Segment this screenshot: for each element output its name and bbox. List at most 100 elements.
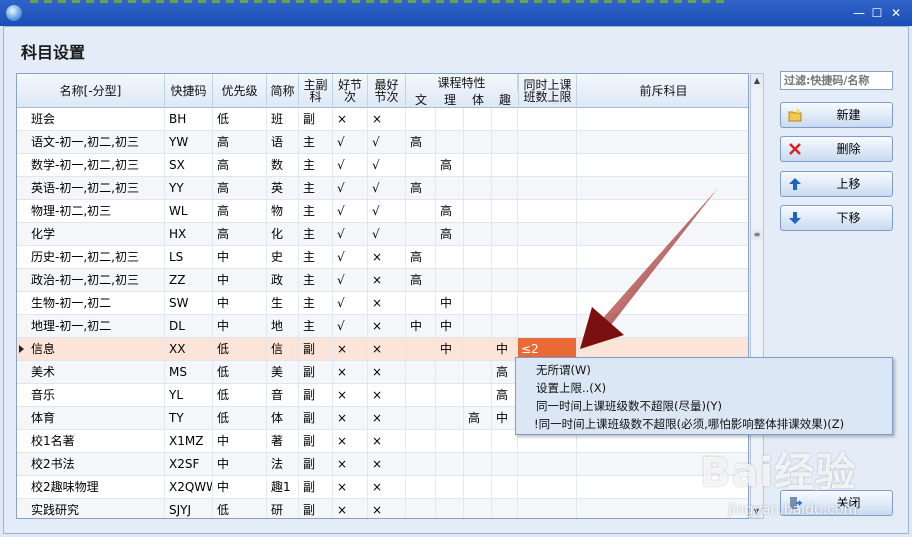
cell-wen[interactable]	[406, 292, 436, 314]
scroll-down-arrow-icon[interactable]: ▼	[751, 505, 763, 518]
cell-best[interactable]: ×	[368, 384, 406, 406]
table-row[interactable]: 实践研究 SJYJ 低研副 × ×	[17, 499, 748, 518]
cell-code[interactable]: SW	[165, 292, 213, 314]
cell-name[interactable]: 班会	[27, 108, 165, 130]
cell-mutex[interactable]	[577, 200, 748, 222]
cell-ti[interactable]	[464, 384, 492, 406]
cell-name[interactable]: 音乐	[27, 384, 165, 406]
cell-qu[interactable]	[492, 453, 518, 475]
cell-main[interactable]: 副	[299, 407, 333, 429]
cell-mutex[interactable]	[577, 499, 748, 518]
cell-main[interactable]: 主	[299, 315, 333, 337]
cell-best[interactable]: ×	[368, 453, 406, 475]
cell-abbr[interactable]: 生	[267, 292, 299, 314]
cell-ti[interactable]	[464, 499, 492, 518]
cell-li[interactable]	[436, 361, 464, 383]
cell-good[interactable]: ×	[333, 338, 368, 360]
menu-item-set-limit[interactable]: 设置上限..(X)	[536, 379, 606, 398]
table-row[interactable]: 英语-初一,初二,初三 YY 高英主 √ √ 高	[17, 177, 748, 200]
cell-limit[interactable]	[518, 223, 577, 245]
cell-wen[interactable]	[406, 338, 436, 360]
cell-pri[interactable]: 低	[213, 499, 267, 518]
cell-qu[interactable]	[492, 315, 518, 337]
cell-li[interactable]	[436, 108, 464, 130]
filter-input[interactable]: 过滤:快捷码/名称	[780, 71, 893, 90]
cell-best[interactable]: ×	[368, 361, 406, 383]
delete-button[interactable]: 删除	[780, 136, 893, 162]
col-header-qu[interactable]: 趣	[492, 91, 518, 108]
cell-wen[interactable]	[406, 223, 436, 245]
cell-li[interactable]: 高	[436, 200, 464, 222]
cell-mutex[interactable]	[577, 315, 748, 337]
cell-good[interactable]: √	[333, 131, 368, 153]
menu-item-limit-soft[interactable]: 同一时间上课班级数不超限(尽量)(Y)	[536, 397, 722, 416]
cell-main[interactable]: 副	[299, 476, 333, 498]
cell-ti[interactable]	[464, 131, 492, 153]
cell-pri[interactable]: 中	[213, 269, 267, 291]
cell-code[interactable]: X2QWWL	[165, 476, 213, 498]
cell-abbr[interactable]: 数	[267, 154, 299, 176]
cell-limit[interactable]	[518, 315, 577, 337]
cell-mutex[interactable]	[577, 223, 748, 245]
cell-ti[interactable]	[464, 338, 492, 360]
cell-wen[interactable]	[406, 453, 436, 475]
cell-pri[interactable]: 高	[213, 200, 267, 222]
col-header-code[interactable]: 快捷码	[165, 74, 213, 108]
cell-limit[interactable]	[518, 131, 577, 153]
cell-code[interactable]: BH	[165, 108, 213, 130]
cell-abbr[interactable]: 趣1	[267, 476, 299, 498]
scroll-up-arrow-icon[interactable]: ▲	[751, 74, 763, 87]
cell-name[interactable]: 校2书法	[27, 453, 165, 475]
cell-code[interactable]: X1MZ	[165, 430, 213, 452]
cell-ti[interactable]	[464, 430, 492, 452]
col-header-mutex[interactable]: 前斥科目	[577, 74, 748, 108]
cell-pri[interactable]: 中	[213, 315, 267, 337]
cell-code[interactable]: XX	[165, 338, 213, 360]
cell-main[interactable]: 副	[299, 338, 333, 360]
cell-li[interactable]	[436, 269, 464, 291]
cell-qu[interactable]	[492, 200, 518, 222]
cell-ti[interactable]	[464, 476, 492, 498]
cell-limit[interactable]	[518, 499, 577, 518]
cell-best[interactable]: √	[368, 131, 406, 153]
cell-wen[interactable]: 高	[406, 177, 436, 199]
cell-best[interactable]: ×	[368, 499, 406, 518]
cell-good[interactable]: ×	[333, 361, 368, 383]
cell-abbr[interactable]: 信	[267, 338, 299, 360]
cell-pri[interactable]: 中	[213, 453, 267, 475]
cell-name[interactable]: 生物-初一,初二	[27, 292, 165, 314]
cell-abbr[interactable]: 语	[267, 131, 299, 153]
col-header-best[interactable]: 最好 节次	[368, 74, 406, 108]
cell-name[interactable]: 历史-初一,初二,初三	[27, 246, 165, 268]
new-button[interactable]: 新建	[780, 102, 893, 128]
cell-qu[interactable]	[492, 131, 518, 153]
cell-qu[interactable]	[492, 499, 518, 518]
table-row[interactable]: 语文-初一,初二,初三 YW 高语主 √ √ 高	[17, 131, 748, 154]
cell-best[interactable]: ×	[368, 246, 406, 268]
cell-good[interactable]: ×	[333, 476, 368, 498]
cell-pri[interactable]: 中	[213, 292, 267, 314]
cell-wen[interactable]	[406, 407, 436, 429]
col-header-good[interactable]: 好节次	[333, 74, 368, 108]
cell-qu[interactable]	[492, 476, 518, 498]
cell-good[interactable]: √	[333, 177, 368, 199]
cell-pri[interactable]: 低	[213, 338, 267, 360]
cell-code[interactable]: LS	[165, 246, 213, 268]
table-row[interactable]: 班会 BH 低班副 × ×	[17, 108, 748, 131]
table-row[interactable]: 物理-初二,初三 WL 高物主 √ √ 高	[17, 200, 748, 223]
cell-qu[interactable]	[492, 246, 518, 268]
cell-good[interactable]: √	[333, 269, 368, 291]
table-row[interactable]: 校2趣味物理X2QWWL中趣1副××	[17, 476, 748, 499]
cell-main[interactable]: 主	[299, 269, 333, 291]
cell-main[interactable]: 副	[299, 108, 333, 130]
cell-mutex[interactable]	[577, 108, 748, 130]
cell-ti[interactable]: 高	[464, 407, 492, 429]
cell-best[interactable]: ×	[368, 430, 406, 452]
cell-li[interactable]	[436, 499, 464, 518]
cell-li[interactable]: 中	[436, 338, 464, 360]
cell-qu[interactable]	[492, 292, 518, 314]
cell-abbr[interactable]: 班	[267, 108, 299, 130]
cell-code[interactable]: YW	[165, 131, 213, 153]
cell-abbr[interactable]: 物	[267, 200, 299, 222]
cell-main[interactable]: 副	[299, 499, 333, 518]
